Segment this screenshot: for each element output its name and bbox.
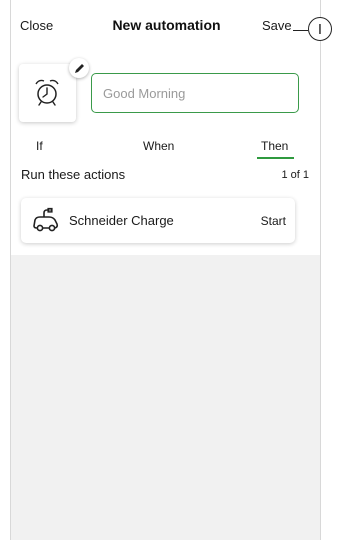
action-item[interactable]: Schneider Charge Start [21, 198, 295, 243]
edit-icon-button[interactable] [69, 58, 89, 78]
active-tab-indicator [257, 157, 294, 159]
tab-then[interactable]: Then [261, 139, 288, 153]
tab-bar: If When Then [11, 139, 322, 161]
callout-marker: I [308, 17, 332, 41]
pencil-icon [74, 63, 84, 73]
tab-if[interactable]: If [36, 139, 43, 153]
automation-screen: Close New automation Save If When Then R… [10, 0, 321, 540]
action-name: Schneider Charge [69, 213, 174, 228]
section-title: Run these actions [21, 167, 126, 182]
alarm-clock-icon [35, 79, 59, 106]
action-status: Start [260, 214, 286, 228]
empty-area [11, 255, 320, 540]
automation-name-input[interactable] [91, 73, 299, 113]
callout-line [293, 30, 308, 31]
tab-when[interactable]: When [143, 139, 174, 153]
save-button[interactable]: Save [262, 18, 292, 33]
ev-charger-icon [33, 207, 59, 232]
action-count: 1 of 1 [281, 169, 309, 181]
top-bar: Close New automation Save [11, 14, 322, 40]
automation-icon-button[interactable] [19, 58, 89, 122]
